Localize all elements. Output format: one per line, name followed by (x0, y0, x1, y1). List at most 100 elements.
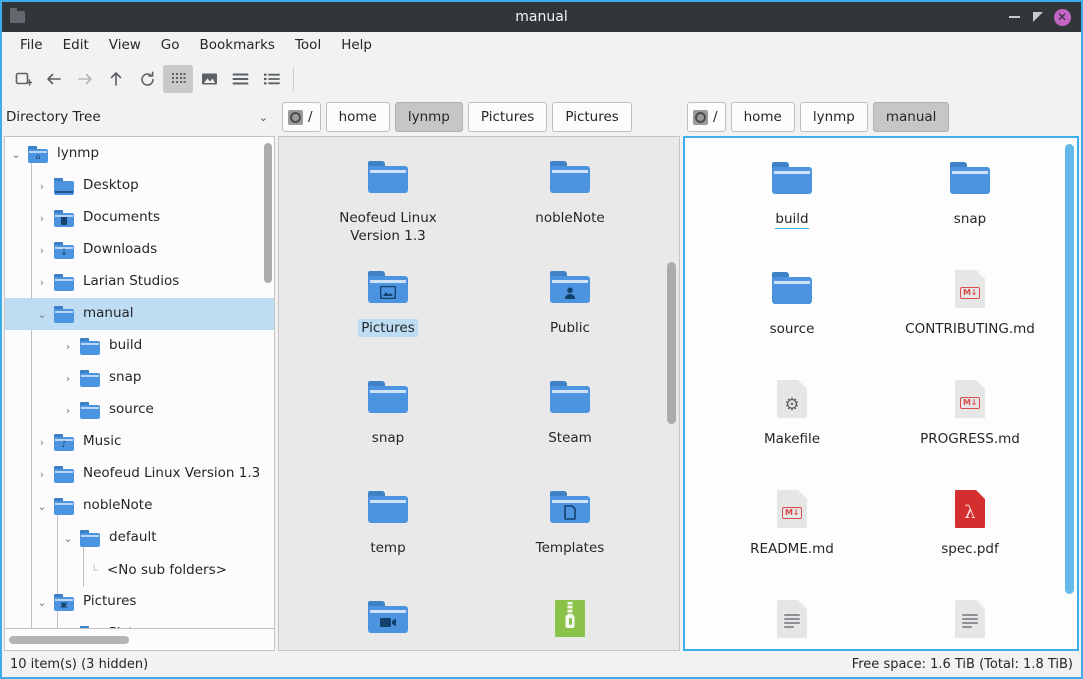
file-item[interactable]: temp (297, 475, 479, 585)
directory-tree[interactable]: ⌄ ⌂ lynmp › Desktop › Document (4, 136, 275, 629)
breadcrumb-home-right[interactable]: home (731, 102, 795, 132)
file-item[interactable]: Templates (479, 475, 661, 585)
grid-view-icon[interactable] (163, 65, 193, 93)
compact-view-icon[interactable] (225, 65, 255, 93)
chevron-right-icon[interactable]: › (31, 468, 53, 481)
chevron-down-icon[interactable]: ⌄ (31, 500, 53, 513)
tree-item-pictures[interactable]: ⌄ ▣ Pictures (5, 586, 274, 618)
file-item[interactable]: snap (297, 365, 479, 475)
folder-icon (53, 466, 75, 483)
file-item[interactable]: Neofeud Linux Version 1.3 (297, 145, 479, 255)
file-item-label: snap (954, 210, 986, 228)
file-item[interactable]: nobleNote (479, 145, 661, 255)
minimize-button[interactable] (1003, 6, 1025, 28)
tree-item-desktop[interactable]: › Desktop (5, 170, 274, 202)
file-item[interactable]: Videos (297, 585, 479, 651)
file-item-label: Templates (536, 539, 605, 557)
tree-item-default[interactable]: ⌄ default (5, 522, 274, 554)
forward-arrow-icon[interactable] (70, 65, 100, 93)
chevron-right-icon[interactable]: › (31, 436, 53, 449)
menu-tool[interactable]: Tool (285, 35, 331, 57)
breadcrumb-root-mid[interactable]: / (282, 102, 321, 132)
tree-vertical-scrollbar[interactable] (264, 143, 272, 283)
chevron-right-icon[interactable]: › (31, 212, 53, 225)
new-tab-icon[interactable] (8, 65, 38, 93)
breadcrumb-root-right[interactable]: / (687, 102, 726, 132)
file-item[interactable]: spec.rst (703, 586, 881, 651)
tree-item-downloads[interactable]: › ↓ Downloads (5, 234, 274, 266)
file-manager-window: manual ✕ File Edit View Go Bookmarks Too… (0, 0, 1083, 679)
tree-horizontal-scrollbar[interactable] (4, 629, 275, 651)
chevron-down-icon[interactable]: ⌄ (57, 532, 79, 545)
folder-icon (79, 530, 101, 547)
file-item[interactable]: M↓ CONTRIBUTING.md (881, 256, 1059, 366)
breadcrumb-manual-right[interactable]: manual (873, 102, 950, 132)
chevron-down-icon[interactable]: ⌄ (259, 111, 272, 124)
file-item[interactable]: Pictures (297, 255, 479, 365)
file-item[interactable]: M↓ README.md (703, 476, 881, 586)
menu-go[interactable]: Go (151, 35, 190, 57)
chevron-down-icon[interactable]: ⌄ (31, 308, 53, 321)
breadcrumb-lynmp-mid[interactable]: lynmp (395, 102, 463, 132)
chevron-right-icon[interactable]: › (57, 372, 79, 385)
tree-item-lynmp[interactable]: ⌄ ⌂ lynmp (5, 138, 274, 170)
reload-icon[interactable] (132, 65, 162, 93)
breadcrumb-pictures1-mid[interactable]: Pictures (468, 102, 547, 132)
tree-item-neofeud[interactable]: › Neofeud Linux Version 1.3 (5, 458, 274, 490)
tree-item-noblenote[interactable]: ⌄ nobleNote (5, 490, 274, 522)
file-item[interactable]: build (703, 146, 881, 256)
file-item[interactable]: memes.tar.gz (479, 585, 661, 651)
tree-item-documents[interactable]: › Documents (5, 202, 274, 234)
breadcrumb-pictures2-mid[interactable]: Pictures (552, 102, 631, 132)
chevron-right-icon[interactable]: › (31, 244, 53, 257)
chevron-down-icon[interactable]: ⌄ (31, 596, 53, 609)
tree-item-source[interactable]: › source (5, 394, 274, 426)
maximize-button[interactable] (1027, 6, 1049, 28)
tree-item-larian-studios[interactable]: › Larian Studios (5, 266, 274, 298)
chevron-right-icon[interactable]: › (57, 340, 79, 353)
folder-icon (79, 402, 101, 419)
folder-icon (53, 498, 75, 515)
menu-view[interactable]: View (99, 35, 151, 57)
breadcrumb-lynmp-right[interactable]: lynmp (800, 102, 868, 132)
file-grid-right[interactable]: build snap source M↓ CONTRIBUTING.md (683, 136, 1079, 651)
file-item[interactable]: source (703, 256, 881, 366)
file-item-label: memes.tar.gz (524, 649, 616, 651)
menu-edit[interactable]: Edit (53, 35, 99, 57)
chevron-right-icon[interactable]: › (57, 404, 79, 417)
file-item[interactable]: λ spec.pdf (881, 476, 1059, 586)
menu-file[interactable]: File (10, 35, 53, 57)
file-item[interactable]: Public (479, 255, 661, 365)
file-item[interactable]: Steam (479, 365, 661, 475)
menu-help[interactable]: Help (331, 35, 382, 57)
tree-item-pictures-nested[interactable]: ⌄ Pictures (5, 618, 274, 629)
chevron-down-icon[interactable]: ⌄ (57, 628, 79, 630)
tree-item-music[interactable]: › ♪ Music (5, 426, 274, 458)
detail-view-icon[interactable] (256, 65, 286, 93)
chevron-right-icon[interactable]: › (31, 276, 53, 289)
text-icon (768, 596, 816, 644)
up-arrow-icon[interactable] (101, 65, 131, 93)
thumbnail-view-icon[interactable] (194, 65, 224, 93)
status-item-count: 10 item(s) (3 hidden) (10, 657, 148, 672)
disk-icon (693, 110, 708, 125)
file-item[interactable]: M↓ PROGRESS.md (881, 366, 1059, 476)
home-folder-icon: ⌂ (27, 146, 49, 163)
file-item[interactable]: ⚙ Makefile (703, 366, 881, 476)
file-grid-mid[interactable]: Neofeud Linux Version 1.3 nobleNote Pict… (278, 136, 680, 651)
breadcrumb-home-mid[interactable]: home (326, 102, 390, 132)
mid-pane-scrollbar[interactable] (667, 262, 676, 424)
desktop-folder-icon (53, 178, 75, 195)
chevron-down-icon[interactable]: ⌄ (5, 148, 27, 161)
tree-item-snap[interactable]: › snap (5, 362, 274, 394)
chevron-right-icon[interactable]: › (31, 180, 53, 193)
file-item[interactable]: StyleGuide.rst (881, 586, 1059, 651)
right-pane-scrollbar[interactable] (1065, 144, 1074, 594)
breadcrumb-label: / (308, 109, 313, 125)
menu-bookmarks[interactable]: Bookmarks (190, 35, 285, 57)
file-item[interactable]: snap (881, 146, 1059, 256)
tree-item-manual[interactable]: ⌄ manual (5, 298, 274, 330)
close-button[interactable]: ✕ (1051, 6, 1073, 28)
back-arrow-icon[interactable] (39, 65, 69, 93)
tree-item-build[interactable]: › build (5, 330, 274, 362)
